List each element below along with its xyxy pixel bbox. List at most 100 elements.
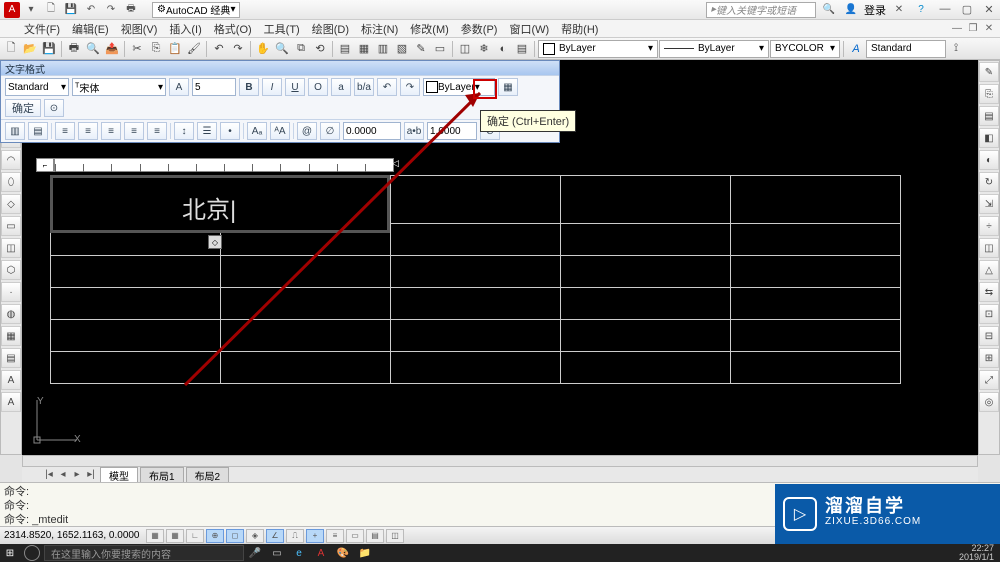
undo-icon[interactable]: ↶ [210, 40, 228, 58]
close-button[interactable]: ✕ [978, 3, 1000, 16]
user-icon[interactable]: 👤 [842, 2, 860, 18]
symbol-at-button[interactable]: @ [297, 122, 317, 140]
preview-icon[interactable]: 🔍 [84, 40, 102, 58]
print-icon[interactable]: 🖶 [65, 40, 83, 58]
menu-insert[interactable]: 插入(I) [169, 21, 201, 37]
help-search-input[interactable]: ▸ 键入关键字或短语 [706, 2, 816, 18]
tab-layout1[interactable]: 布局1 [140, 467, 184, 483]
save-icon[interactable]: 💾 [40, 40, 58, 58]
redo-icon[interactable]: ↷ [229, 40, 247, 58]
width-factor-input[interactable]: 1.0000 [427, 122, 477, 140]
otrack-toggle[interactable]: ∠ [266, 529, 284, 543]
tab-model[interactable]: 模型 [100, 467, 138, 483]
osnap-toggle[interactable]: ◻ [226, 529, 244, 543]
properties-icon[interactable]: ▤ [336, 40, 354, 58]
polar-toggle[interactable]: ⊕ [206, 529, 224, 543]
overline-button[interactable]: O [308, 78, 328, 96]
linespace-icon[interactable]: ↕ [174, 122, 194, 140]
linetype-selector[interactable]: ByLayer ▾ [659, 40, 769, 58]
help-icon[interactable]: ? [912, 2, 930, 18]
mic-icon[interactable]: 🎤 [244, 544, 266, 562]
toolpalette-icon[interactable]: ▥ [374, 40, 392, 58]
taskbar-search-input[interactable]: 在这里输入你要搜索的内容 [44, 545, 244, 561]
edge-icon[interactable]: e [288, 544, 310, 562]
designcenter-icon[interactable]: ▦ [355, 40, 373, 58]
join-tool-icon[interactable]: ⊟ [979, 326, 999, 346]
workspace-selector[interactable]: ⚙ AutoCAD 经典 ▾ [152, 2, 240, 18]
layer-iso-icon[interactable]: ◫ [456, 40, 474, 58]
qat-open-icon[interactable]: 🗋 [42, 2, 60, 18]
paste-icon[interactable]: 📋 [166, 40, 184, 58]
ruler-toggle-button[interactable]: ▦ [498, 78, 518, 96]
text-ruler[interactable] [54, 158, 394, 172]
chamfer-tool-icon[interactable]: ⊞ [979, 348, 999, 368]
trim-tool-icon[interactable]: △ [979, 260, 999, 280]
tab-prev-icon[interactable]: ◂ [56, 469, 70, 480]
rotate-tool-icon[interactable]: ⇲ [979, 194, 999, 214]
text-color-select[interactable]: ByLayer▾ [423, 78, 495, 96]
qp-toggle[interactable]: ▤ [366, 529, 384, 543]
confirm-button[interactable]: 确定 [5, 99, 41, 117]
columns-icon[interactable]: ▥ [5, 122, 25, 140]
move-tool-icon[interactable]: ↻ [979, 172, 999, 192]
table-tool-icon[interactable]: A [1, 392, 21, 412]
oblique-icon[interactable]: ∅ [320, 122, 340, 140]
mdi-close-icon[interactable]: ✕ [982, 23, 996, 34]
zoom-icon[interactable]: 🔍 [273, 40, 291, 58]
search-icon[interactable]: 🔍 [820, 2, 838, 18]
menu-help[interactable]: 帮助(H) [561, 21, 598, 37]
strike-button[interactable]: a [331, 78, 351, 96]
qat-print-icon[interactable]: 🖶 [122, 2, 140, 18]
textstyle-icon[interactable]: A [847, 40, 865, 58]
tab-first-icon[interactable]: |◂ [42, 469, 56, 480]
menu-draw[interactable]: 绘图(D) [312, 21, 349, 37]
offset-tool-icon[interactable]: ◧ [979, 128, 999, 148]
cortana-icon[interactable] [24, 545, 40, 561]
textstyle-selector[interactable]: Standard [866, 40, 946, 58]
mtext-content[interactable]: 北京| [182, 190, 236, 225]
snap-toggle[interactable]: ▦ [146, 529, 164, 543]
copy-tool-icon[interactable]: ⎘ [979, 84, 999, 104]
ellipse-tool-icon[interactable]: ⬡ [1, 260, 21, 280]
grid-toggle[interactable]: ▦ [166, 529, 184, 543]
explorer-icon[interactable]: 📁 [354, 544, 376, 562]
color-selector[interactable]: ByLayer ▾ [538, 40, 658, 58]
menu-format[interactable]: 格式(O) [214, 21, 252, 37]
uppercase-icon[interactable]: Aₐ [247, 122, 267, 140]
3dosnap-toggle[interactable]: ◈ [246, 529, 264, 543]
region-tool-icon[interactable]: A [1, 370, 21, 390]
revcloud-tool-icon[interactable]: ▭ [1, 216, 21, 236]
tab-layout2[interactable]: 布局2 [186, 467, 230, 483]
tab-last-icon[interactable]: ▸| [84, 469, 98, 480]
menu-view[interactable]: 视图(V) [121, 21, 158, 37]
explode-tool-icon[interactable]: ◎ [979, 392, 999, 412]
zoom-window-icon[interactable]: ⧉ [292, 40, 310, 58]
align-justify-icon[interactable]: ≡ [124, 122, 144, 140]
undo-text-icon[interactable]: ↶ [377, 78, 397, 96]
paint-icon[interactable]: 🎨 [332, 544, 354, 562]
horizontal-scrollbar[interactable] [22, 455, 978, 467]
align-right-icon[interactable]: ≡ [101, 122, 121, 140]
dimstyle-icon[interactable]: ⟟ [947, 40, 965, 58]
array-tool-icon[interactable]: ◐ [979, 150, 999, 170]
menu-window[interactable]: 窗口(W) [509, 21, 549, 37]
gradient-tool-icon[interactable]: ▤ [1, 348, 21, 368]
text-style-select[interactable]: Standard▾ [5, 78, 69, 96]
align-left-icon[interactable]: ≡ [55, 122, 75, 140]
copy-icon[interactable]: ⎘ [147, 40, 165, 58]
ortho-toggle[interactable]: ∟ [186, 529, 204, 543]
font-select[interactable]: ᵀ 宋体▾ [72, 78, 166, 96]
qat-save-icon[interactable]: 💾 [62, 2, 80, 18]
break-tool-icon[interactable]: ⊡ [979, 304, 999, 324]
extend-tool-icon[interactable]: ⇆ [979, 282, 999, 302]
tab-next-icon[interactable]: ▸ [70, 469, 84, 480]
scale-tool-icon[interactable]: ÷ [979, 216, 999, 236]
start-button[interactable]: ⊞ [0, 544, 20, 562]
autocad-task-icon[interactable]: A [310, 544, 332, 562]
tpy-toggle[interactable]: ▭ [346, 529, 364, 543]
numbering-icon[interactable]: ☰ [197, 122, 217, 140]
markup-icon[interactable]: ✎ [412, 40, 430, 58]
qat-new-icon[interactable]: ▾ [22, 2, 40, 18]
italic-button[interactable]: I [262, 78, 282, 96]
block-tool-icon[interactable]: ◍ [1, 304, 21, 324]
